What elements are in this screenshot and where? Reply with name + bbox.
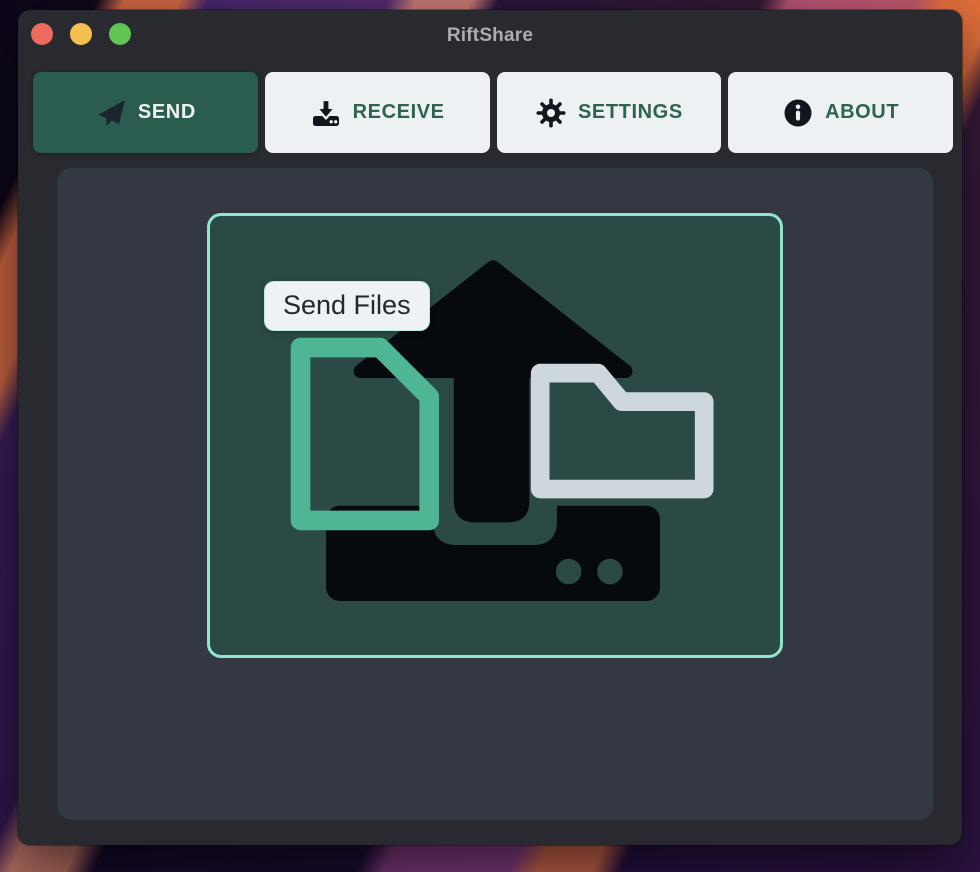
traffic-lights — [31, 23, 131, 45]
minimize-button[interactable] — [70, 23, 92, 45]
titlebar: RiftShare — [18, 10, 962, 62]
send-panel: Send Files — [57, 168, 933, 820]
tab-settings[interactable]: SETTINGS — [497, 72, 722, 153]
zoom-button[interactable] — [109, 23, 131, 45]
folder-outline-icon — [540, 373, 704, 489]
app-window: RiftShare SEND RECEIVE — [18, 10, 962, 845]
info-icon — [782, 97, 814, 129]
download-icon — [310, 97, 342, 129]
close-button[interactable] — [31, 23, 53, 45]
send-files-label: Send Files — [264, 281, 430, 331]
tab-send-label: SEND — [138, 101, 196, 124]
window-title: RiftShare — [447, 25, 533, 47]
tab-send[interactable]: SEND — [33, 72, 258, 153]
tab-bar: SEND RECEIVE — [33, 72, 953, 153]
tab-about[interactable]: ABOUT — [728, 72, 953, 153]
send-files-dropzone[interactable]: Send Files — [207, 213, 783, 658]
tab-receive[interactable]: RECEIVE — [265, 72, 490, 153]
tab-about-label: ABOUT — [825, 101, 899, 124]
tab-receive-label: RECEIVE — [353, 101, 445, 124]
gear-icon — [535, 97, 567, 129]
tab-settings-label: SETTINGS — [578, 101, 683, 124]
paper-plane-icon — [95, 97, 127, 129]
